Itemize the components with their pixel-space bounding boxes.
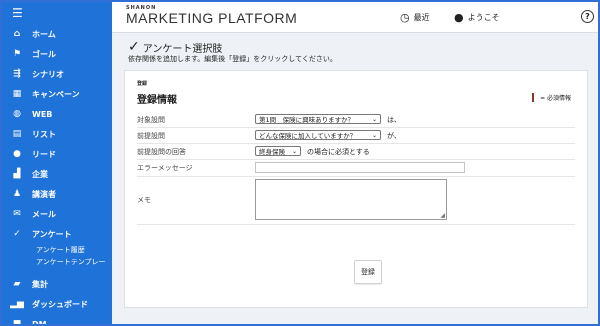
building-icon: ▟ bbox=[13, 169, 21, 179]
sidebar: ☰ ⌂ ホーム ⚑ ゴール ⇶ シナリオ ▦ キャンペーン ◍ WEB ▤ リス… bbox=[2, 2, 112, 324]
sidebar-item-label: 企業 bbox=[32, 169, 48, 179]
row-prerequisite-answer: 前提設問の回答 終身保険 ⌄ の場合に必須とする bbox=[137, 144, 575, 160]
page-description: 依存関係を追加します。編集後「登録」をクリックしてください。 bbox=[128, 55, 337, 63]
logo[interactable]: SHANON MARKETING PLATFORM bbox=[126, 5, 297, 25]
prerequisite-answer-select[interactable]: 終身保険 ⌄ bbox=[255, 146, 301, 156]
speaker-icon: ♟ bbox=[12, 189, 22, 199]
sidebar-item-mail[interactable]: ✉ メール bbox=[2, 204, 112, 224]
sidebar-item-label: DM bbox=[32, 319, 47, 326]
recent-label: 最近 bbox=[413, 13, 430, 22]
prerequisite-answer-label: 前提設問の回答 bbox=[137, 148, 186, 156]
sidebar-item-campaign[interactable]: ▦ キャンペーン bbox=[2, 84, 112, 104]
sidebar-item-label: WEB bbox=[32, 109, 53, 119]
sidebar-item-home[interactable]: ⌂ ホーム bbox=[2, 24, 112, 44]
sidebar-item-goal[interactable]: ⚑ ゴール bbox=[2, 44, 112, 64]
prerequisite-question-select[interactable]: どんな保険に加入していますか？ ⌄ bbox=[255, 130, 381, 140]
page-title: ✓ アンケート選択肢 bbox=[128, 39, 222, 55]
resize-handle-icon[interactable]: ◢ bbox=[440, 212, 445, 219]
target-question-select[interactable]: 第1問 保険に興味ありますか？ ⌄ bbox=[255, 114, 381, 124]
prerequisite-question-suffix: が、 bbox=[387, 132, 401, 140]
sidebar-item-company[interactable]: ▟ 企業 bbox=[2, 164, 112, 184]
section-label: 登録 bbox=[137, 81, 148, 87]
error-message-label: エラーメッセージ bbox=[137, 164, 193, 172]
header: SHANON MARKETING PLATFORM ◷ 最近 ● ようこそ ? bbox=[112, 2, 598, 33]
sidebar-item-label: ホーム bbox=[32, 29, 56, 39]
row-prerequisite-question: 前提設問 どんな保険に加入していますか？ ⌄ が、 bbox=[137, 128, 575, 144]
sidebar-subitem-survey-history[interactable]: アンケート履歴 bbox=[2, 244, 112, 256]
sidebar-item-label: ゴール bbox=[32, 49, 56, 59]
flag-icon: ⚑ bbox=[12, 49, 22, 59]
sidebar-item-label: 集計 bbox=[32, 279, 48, 289]
menu-toggle-icon[interactable]: ☰ bbox=[2, 2, 112, 24]
chevron-down-icon: ⌄ bbox=[371, 116, 377, 123]
mail-icon: ✉ bbox=[13, 209, 21, 219]
required-legend: = 必須情報 bbox=[532, 93, 571, 102]
sidebar-item-web[interactable]: ◍ WEB bbox=[2, 104, 112, 124]
sidebar-item-scenario[interactable]: ⇶ シナリオ bbox=[2, 64, 112, 84]
checkmark-icon: ✓ bbox=[128, 39, 140, 55]
logo-main-text: MARKETING PLATFORM bbox=[126, 10, 298, 26]
row-error-message: エラーメッセージ bbox=[137, 160, 575, 177]
submit-button[interactable]: 登録 bbox=[354, 260, 382, 284]
chart-icon: ▂▅ bbox=[10, 299, 24, 309]
globe-icon: ◍ bbox=[13, 109, 21, 119]
sidebar-item-label: シナリオ bbox=[32, 69, 64, 79]
form-card: 登録 登録情報 = 必須情報 対象設問 第1問 保険に興味ありますか？ ⌄ は、… bbox=[124, 70, 588, 308]
welcome-label: ようこそ bbox=[467, 13, 500, 22]
user-icon: ● bbox=[454, 11, 464, 24]
dm-icon: ■ bbox=[12, 319, 22, 326]
chevron-down-icon: ⌄ bbox=[291, 148, 297, 155]
sidebar-item-label: リード bbox=[32, 149, 56, 159]
sidebar-item-list[interactable]: ▤ リスト bbox=[2, 124, 112, 144]
help-icon[interactable]: ? bbox=[581, 10, 594, 23]
required-note-text: = 必須情報 bbox=[540, 95, 571, 102]
target-question-suffix: は、 bbox=[387, 116, 401, 124]
form-heading: 登録情報 bbox=[137, 95, 177, 106]
row-target-question: 対象設問 第1問 保険に興味ありますか？ ⌄ は、 bbox=[137, 112, 575, 128]
sidebar-item-label: アンケート bbox=[32, 229, 72, 239]
sidebar-subitem-survey-template[interactable]: アンケートテンプレー bbox=[2, 256, 112, 268]
row-memo: メモ ◢ bbox=[137, 177, 575, 225]
prerequisite-question-value: どんな保険に加入していますか？ bbox=[259, 132, 357, 140]
user-menu[interactable]: ● ようこそ bbox=[454, 11, 500, 24]
memo-textarea[interactable]: ◢ bbox=[255, 179, 447, 220]
stats-icon: ▰ bbox=[13, 279, 21, 289]
prerequisite-answer-suffix: の場合に必須とする bbox=[307, 148, 370, 156]
calendar-icon: ▦ bbox=[12, 89, 22, 99]
sidebar-item-label: キャンペーン bbox=[32, 89, 80, 99]
sidebar-item-speaker[interactable]: ♟ 講演者 bbox=[2, 184, 112, 204]
recent-button[interactable]: ◷ 最近 bbox=[400, 11, 430, 24]
history-icon: ◷ bbox=[400, 11, 410, 24]
target-question-label: 対象設問 bbox=[137, 116, 165, 124]
sidebar-item-label: リスト bbox=[32, 129, 56, 139]
sidebar-item-stats[interactable]: ▰ 集計 bbox=[2, 274, 112, 294]
page-title-text: アンケート選択肢 bbox=[142, 43, 223, 55]
target-question-value: 第1問 保険に興味ありますか？ bbox=[259, 116, 355, 124]
sidebar-item-label: メール bbox=[32, 209, 56, 219]
error-message-input[interactable] bbox=[255, 162, 465, 173]
prerequisite-answer-value: 終身保険 bbox=[259, 148, 285, 156]
required-marker bbox=[532, 93, 535, 102]
prerequisite-question-label: 前提設問 bbox=[137, 132, 165, 140]
scenario-icon: ⇶ bbox=[13, 69, 21, 79]
check-icon: ✓ bbox=[13, 229, 21, 239]
app-frame: ☰ ⌂ ホーム ⚑ ゴール ⇶ シナリオ ▦ キャンペーン ◍ WEB ▤ リス… bbox=[0, 0, 600, 326]
sidebar-item-dm[interactable]: ■ DM bbox=[2, 314, 112, 326]
memo-label: メモ bbox=[137, 196, 151, 204]
sidebar-item-survey[interactable]: ✓ アンケート bbox=[2, 224, 112, 244]
main-content: ✓ アンケート選択肢 依存関係を追加します。編集後「登録」をクリックしてください… bbox=[112, 33, 598, 324]
sidebar-item-label: ダッシュボード bbox=[32, 299, 88, 309]
home-icon: ⌂ bbox=[13, 29, 21, 39]
list-icon: ▤ bbox=[12, 129, 22, 139]
sidebar-item-lead[interactable]: ● リード bbox=[2, 144, 112, 164]
person-icon: ● bbox=[13, 149, 21, 159]
sidebar-item-label: 講演者 bbox=[32, 189, 56, 199]
sidebar-item-dashboard[interactable]: ▂▅ ダッシュボード bbox=[2, 294, 112, 314]
chevron-down-icon: ⌄ bbox=[371, 132, 377, 139]
